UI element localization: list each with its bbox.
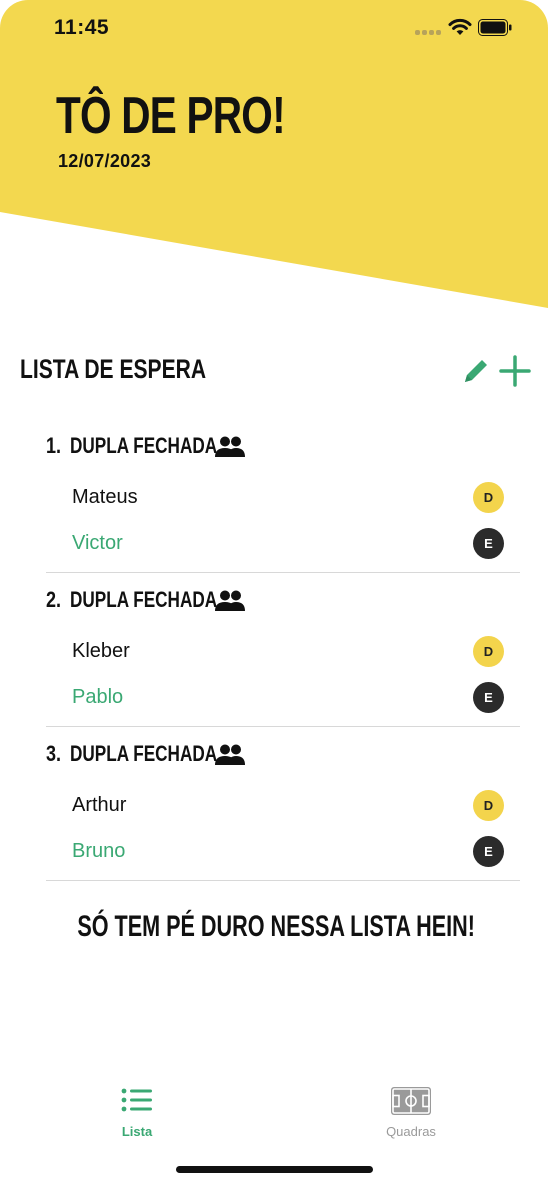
tab-bar: Lista Quadras: [0, 1072, 548, 1162]
group-title: DUPLA FECHADA: [70, 587, 218, 612]
footer-message: SÓ TEM PÉ DURO NESSA LISTA HEIN!: [0, 910, 548, 944]
tab-label: Lista: [121, 1124, 153, 1139]
tab-quadras[interactable]: Quadras: [351, 1072, 471, 1152]
player-name: Pablo: [72, 686, 124, 708]
divider: [46, 880, 520, 881]
position-badge: D: [473, 482, 504, 513]
group-number: 2.: [46, 587, 62, 612]
player-name: Bruno: [72, 840, 126, 862]
group-number: 1.: [46, 433, 62, 458]
app-screen: 11:45 TÔ DE PRO! 12/07/2023 LISTA DE ESP…: [0, 0, 548, 1190]
cellular-signal-icon: [415, 30, 441, 36]
position-badge: E: [473, 836, 504, 867]
player-name: Arthur: [72, 794, 127, 816]
people-icon: [215, 436, 245, 457]
tab-lista[interactable]: Lista: [77, 1072, 197, 1152]
status-bar: 11:45: [0, 0, 548, 56]
position-badge: E: [473, 528, 504, 559]
home-indicator[interactable]: [176, 1166, 373, 1173]
tab-label: Quadras: [386, 1124, 436, 1139]
people-icon: [215, 590, 245, 611]
player-name: Kleber: [72, 640, 130, 662]
people-icon: [215, 744, 245, 765]
wifi-icon: [448, 18, 472, 35]
app-title: TÔ DE PRO!: [56, 87, 286, 145]
pencil-icon[interactable]: [460, 355, 492, 387]
position-badge: E: [473, 682, 504, 713]
group-title: DUPLA FECHADA: [70, 741, 218, 766]
battery-icon: [478, 19, 512, 36]
group-title: DUPLA FECHADA: [70, 433, 218, 458]
player-name: Victor: [72, 532, 123, 554]
session-date: 12/07/2023: [58, 151, 152, 171]
divider: [46, 572, 520, 573]
player-name: Mateus: [72, 486, 138, 508]
divider: [46, 726, 520, 727]
status-time: 11:45: [54, 16, 110, 39]
position-badge: D: [473, 790, 504, 821]
position-badge: D: [473, 636, 504, 667]
plus-icon[interactable]: [498, 354, 532, 388]
waitlist-title: LISTA DE ESPERA: [20, 354, 207, 384]
footer-message-text: SÓ TEM PÉ DURO NESSA LISTA HEIN!: [77, 910, 475, 943]
group-number: 3.: [46, 741, 62, 766]
court-icon: [391, 1087, 431, 1115]
list-icon: [121, 1088, 152, 1112]
